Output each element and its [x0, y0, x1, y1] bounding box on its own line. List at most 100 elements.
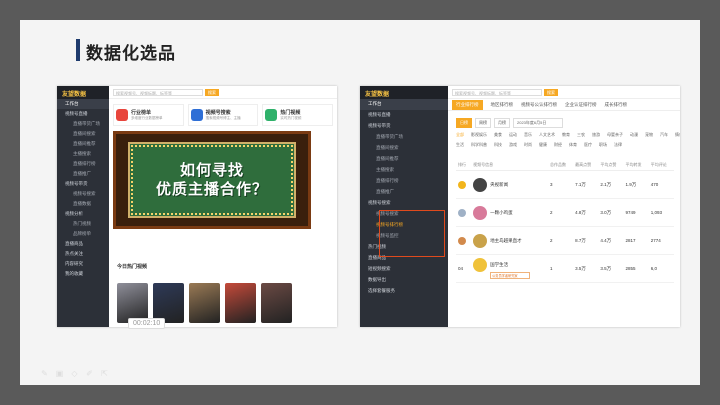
image-icon[interactable]: ▣ [55, 369, 64, 378]
sidebar-item[interactable]: 直播带货广场 [57, 119, 109, 129]
table-row[interactable]: 04 国学生活 公务员学者研究家 1 3.5万 3.5万 2855 6,0 [456, 254, 674, 283]
sidebar-item[interactable]: 直播商品 [57, 239, 109, 249]
video-thumbnail[interactable] [225, 283, 256, 323]
category-option[interactable]: 情感 [675, 132, 680, 138]
category-option[interactable]: 体育 [569, 142, 577, 148]
video-thumbnail[interactable] [153, 283, 184, 323]
table-row[interactable]: 地主岛越果直才 2 8.7万 4.4万 2817 2774 [456, 226, 674, 255]
sidebar-item[interactable]: 视频号直播 [360, 110, 448, 121]
sidebar-item[interactable]: 视频分析 [57, 209, 109, 219]
share-icon[interactable]: ⇱ [100, 369, 109, 378]
sidebar-item[interactable]: 热点关注 [57, 249, 109, 259]
account-name[interactable]: 一颗小鸡蛋 [490, 210, 513, 215]
tab-ranking[interactable]: 行业排行榜 [452, 99, 483, 110]
sidebar-item[interactable]: 选择套餐服务 [360, 286, 448, 297]
category-option[interactable]: 法律 [614, 142, 622, 148]
account-name[interactable]: 国学生活 [490, 262, 508, 267]
table-row[interactable]: 央视新闻 3 7.1万 2.1万 1.9万 470 [456, 170, 674, 199]
period-chip[interactable]: 月榜 [494, 118, 510, 128]
sidebar-item[interactable]: 品牌榜单 [57, 229, 109, 239]
sidebar-item[interactable]: 工作台 [360, 99, 448, 110]
video-thumbnail[interactable] [189, 283, 220, 323]
pen-icon[interactable]: ✎ [40, 369, 49, 378]
column-header: 总作品数 [547, 160, 574, 171]
sidebar-item[interactable]: 直播推广 [57, 169, 109, 179]
period-chip[interactable]: 周榜 [475, 118, 491, 128]
search-input[interactable]: 搜索视频号、视频标题、标签等 [113, 89, 203, 96]
category-option[interactable]: 音乐 [524, 132, 532, 138]
marker-icon[interactable]: ✐ [85, 369, 94, 378]
slide: 数据化选品 友望数据 工作台 视频号直播 直播带货广场 直播间搜索 直播间推荐 主播搜索直… [20, 20, 700, 385]
sidebar-item[interactable]: 数据导出 [360, 275, 448, 286]
sidebar-item[interactable]: 热门视频 [57, 219, 109, 229]
category-option[interactable]: 美食 [494, 132, 502, 138]
sidebar-item[interactable]: 直播数据 [57, 199, 109, 209]
sidebar-item[interactable]: 直播排行榜 [360, 176, 448, 187]
sidebar-item[interactable]: 直播带货广场 [360, 132, 448, 143]
sidebar-item[interactable]: 短视频搜索 [360, 264, 448, 275]
category-option[interactable]: 影视娱乐 [471, 132, 487, 138]
promo-banner[interactable]: 如何寻找 优质主播合作？ [113, 131, 311, 229]
sidebar-item[interactable]: 视频号搜索 [360, 198, 448, 209]
table-row[interactable]: 一颗小鸡蛋 2 4.8万 3.0万 9749 1,093 [456, 198, 674, 227]
category-option[interactable]: 医疗 [584, 142, 592, 148]
sidebar-item[interactable]: 视频号搜索 [57, 189, 109, 199]
category-option[interactable]: 科技 [494, 142, 502, 148]
feature-card[interactable]: 热门视频 实时热门视频 [262, 104, 334, 126]
category-option[interactable]: 职场 [599, 142, 607, 148]
category-option[interactable]: 人文艺术 [539, 132, 555, 138]
sidebar-item[interactable]: 视频号直播 [57, 109, 109, 119]
category-option[interactable]: 财经 [554, 142, 562, 148]
video-item[interactable]: #警苦辣... [261, 283, 292, 327]
sidebar-item[interactable]: 工作台 [57, 99, 109, 109]
tab-ranking[interactable]: 视频号公认排行榜 [521, 102, 557, 108]
metric-max: 7.1万 [573, 170, 599, 199]
period-select[interactable]: 2023年度6月5日 [513, 118, 563, 128]
sidebar-item[interactable]: 直播间搜索 [57, 129, 109, 139]
sidebar-item[interactable]: 内容研究 [57, 259, 109, 269]
video-item[interactable]: ★恐怖冷知识... [225, 283, 256, 327]
sidebar-item[interactable]: 主播搜索 [360, 165, 448, 176]
account-name[interactable]: 地主岛越果直才 [490, 238, 522, 243]
metric-works: 3 [547, 170, 574, 199]
video-thumbnail[interactable] [117, 283, 148, 323]
sidebar-item[interactable]: 直播推广 [360, 187, 448, 198]
sidebar-item[interactable]: 直播间推荐 [360, 154, 448, 165]
category-option[interactable]: 汽车 [660, 132, 668, 138]
search-button[interactable]: 搜索 [544, 89, 558, 96]
category-option[interactable]: 生活 [456, 142, 464, 148]
rank-cell: 04 [456, 254, 472, 283]
sidebar-item[interactable]: 直播间搜索 [360, 143, 448, 154]
tab-ranking[interactable]: 地区排行榜 [491, 102, 514, 108]
category-option[interactable]: 动漫 [630, 132, 638, 138]
eraser-icon[interactable]: ◇ [70, 369, 79, 378]
feature-card[interactable]: 视频号搜索 搜索视频号博主、主播 [187, 104, 259, 126]
category-option[interactable]: 游戏 [509, 142, 517, 148]
search-input[interactable]: 搜索视频号、视频标题、标签等 [452, 89, 542, 96]
sidebar-item[interactable]: 视频号带货 [57, 179, 109, 189]
sidebar-item[interactable]: 我的收藏 [57, 269, 109, 279]
sidebar-item[interactable]: 视频号带货 [360, 121, 448, 132]
sidebar-item[interactable]: 直播间推荐 [57, 139, 109, 149]
category-option[interactable]: 三农 [577, 132, 585, 138]
category-option[interactable]: 全部 [456, 132, 464, 138]
category-option[interactable]: 教育 [562, 132, 570, 138]
category-option[interactable]: 母婴亲子 [607, 132, 623, 138]
category-option[interactable]: 科学科普 [471, 142, 487, 148]
video-item[interactable]: 恋爱... [189, 283, 220, 327]
category-option[interactable]: 时尚 [524, 142, 532, 148]
sidebar-item[interactable]: 主播搜索 [57, 149, 109, 159]
video-thumbnail[interactable] [261, 283, 292, 323]
feature-card[interactable]: 行业榜单 多维度行业数据榜单 [113, 104, 184, 126]
category-option[interactable]: 旅游 [592, 132, 600, 138]
category-option[interactable]: 宠物 [645, 132, 653, 138]
category-option[interactable]: 健康 [539, 142, 547, 148]
tab-ranking[interactable]: 企业认证排行榜 [565, 102, 597, 108]
tab-ranking[interactable]: 成长排行榜 [605, 102, 628, 108]
search-button[interactable]: 搜索 [205, 89, 219, 96]
category-option[interactable]: 运动 [509, 132, 517, 138]
account-name[interactable]: 央视新闻 [490, 182, 508, 187]
period-chip[interactable]: 日榜 [456, 118, 472, 128]
sidebar-item[interactable]: 直播排行榜 [57, 159, 109, 169]
metric-avg-like: 2.1万 [598, 170, 624, 199]
